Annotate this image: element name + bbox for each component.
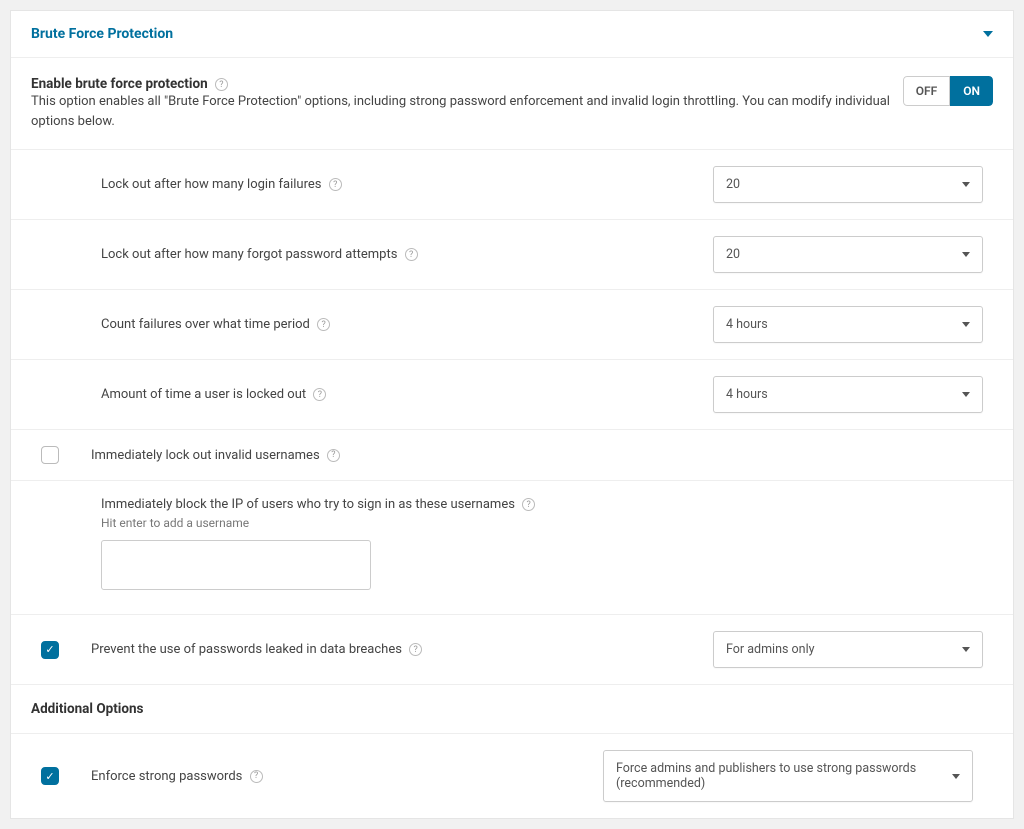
- enable-label-col: Enable brute force protection ? This opt…: [31, 76, 903, 131]
- control-col: 20: [713, 166, 993, 203]
- control-col: For admins only: [713, 631, 993, 668]
- block-ip-hint: Hit enter to add a username: [101, 516, 993, 530]
- count-period-select[interactable]: 4 hours: [713, 306, 983, 343]
- checkbox-col: ✓: [31, 641, 91, 659]
- help-icon[interactable]: ?: [522, 498, 535, 511]
- control-col: 4 hours: [713, 376, 993, 413]
- select-value: For admins only: [726, 642, 815, 657]
- prevent-leaked-checkbox[interactable]: ✓: [41, 641, 59, 659]
- prevent-leaked-label: Prevent the use of passwords leaked in d…: [91, 642, 402, 657]
- help-icon[interactable]: ?: [329, 178, 342, 191]
- count-period-row: Count failures over what time period ? 4…: [11, 290, 1013, 360]
- help-icon[interactable]: ?: [327, 449, 340, 462]
- login-failures-row: Lock out after how many login failures ?…: [11, 150, 1013, 220]
- additional-options-heading: Additional Options: [11, 685, 1013, 734]
- block-ip-input[interactable]: [101, 540, 371, 590]
- enable-description: This option enables all "Brute Force Pro…: [31, 92, 903, 131]
- panel-header[interactable]: Brute Force Protection: [11, 11, 1013, 58]
- forgot-attempts-row: Lock out after how many forgot password …: [11, 220, 1013, 290]
- enable-title-wrap: Enable brute force protection ?: [31, 76, 903, 92]
- prevent-leaked-select[interactable]: For admins only: [713, 631, 983, 668]
- forgot-attempts-label: Lock out after how many forgot password …: [101, 247, 397, 262]
- help-icon[interactable]: ?: [405, 248, 418, 261]
- enforce-strong-checkbox[interactable]: ✓: [41, 767, 59, 785]
- select-value: Force admins and publishers to use stron…: [616, 761, 952, 791]
- login-failures-select[interactable]: 20: [713, 166, 983, 203]
- help-icon[interactable]: ?: [313, 388, 326, 401]
- control-col: Force admins and publishers to use stron…: [603, 750, 993, 802]
- panel-title: Brute Force Protection: [31, 26, 173, 42]
- forgot-attempts-select[interactable]: 20: [713, 236, 983, 273]
- label-col: Count failures over what time period ?: [101, 317, 713, 332]
- block-ip-label-wrap: Immediately block the IP of users who tr…: [101, 497, 993, 512]
- help-icon[interactable]: ?: [250, 770, 263, 783]
- label-col: Enforce strong passwords ?: [91, 769, 603, 784]
- checkbox-col: ✓: [31, 767, 91, 785]
- label-col: Prevent the use of passwords leaked in d…: [91, 642, 713, 657]
- help-icon[interactable]: ?: [317, 318, 330, 331]
- chevron-down-icon: [962, 182, 970, 187]
- select-value: 4 hours: [726, 317, 768, 332]
- enable-row: Enable brute force protection ? This opt…: [11, 58, 1013, 150]
- toggle-col: OFF ON: [903, 76, 993, 106]
- chevron-down-icon: [952, 774, 960, 779]
- select-value: 4 hours: [726, 387, 768, 402]
- label-col: Immediately lock out invalid usernames ?: [91, 448, 993, 463]
- chevron-down-icon: [962, 252, 970, 257]
- lockout-time-label: Amount of time a user is locked out: [101, 387, 306, 402]
- lock-invalid-label: Immediately lock out invalid usernames: [91, 448, 320, 463]
- login-failures-label: Lock out after how many login failures: [101, 177, 321, 192]
- checkbox-col: [31, 446, 91, 464]
- lockout-time-select[interactable]: 4 hours: [713, 376, 983, 413]
- count-period-label: Count failures over what time period: [101, 317, 310, 332]
- select-value: 20: [726, 177, 740, 192]
- help-icon[interactable]: ?: [215, 78, 228, 91]
- toggle-on[interactable]: ON: [950, 76, 993, 106]
- block-ip-row: Immediately block the IP of users who tr…: [11, 481, 1013, 615]
- label-col: Lock out after how many forgot password …: [101, 247, 713, 262]
- prevent-leaked-row: ✓ Prevent the use of passwords leaked in…: [11, 615, 1013, 685]
- chevron-down-icon: [962, 647, 970, 652]
- control-col: 20: [713, 236, 993, 273]
- lock-invalid-checkbox[interactable]: [41, 446, 59, 464]
- label-col: Lock out after how many login failures ?: [101, 177, 713, 192]
- select-value: 20: [726, 247, 740, 262]
- chevron-down-icon: [962, 322, 970, 327]
- enforce-strong-select[interactable]: Force admins and publishers to use stron…: [603, 750, 973, 802]
- label-col: Amount of time a user is locked out ?: [101, 387, 713, 402]
- toggle-off[interactable]: OFF: [903, 76, 950, 106]
- enforce-strong-label: Enforce strong passwords: [91, 769, 242, 784]
- enable-toggle[interactable]: OFF ON: [903, 76, 993, 106]
- enable-title: Enable brute force protection: [31, 76, 208, 92]
- help-icon[interactable]: ?: [409, 643, 422, 656]
- lockout-time-row: Amount of time a user is locked out ? 4 …: [11, 360, 1013, 430]
- brute-force-panel: Brute Force Protection Enable brute forc…: [10, 10, 1014, 819]
- control-col: 4 hours: [713, 306, 993, 343]
- lock-invalid-row: Immediately lock out invalid usernames ?: [11, 430, 1013, 481]
- chevron-down-icon: [962, 392, 970, 397]
- block-ip-label: Immediately block the IP of users who tr…: [101, 497, 515, 512]
- enforce-strong-row: ✓ Enforce strong passwords ? Force admin…: [11, 734, 1013, 818]
- chevron-down-icon: [983, 31, 993, 37]
